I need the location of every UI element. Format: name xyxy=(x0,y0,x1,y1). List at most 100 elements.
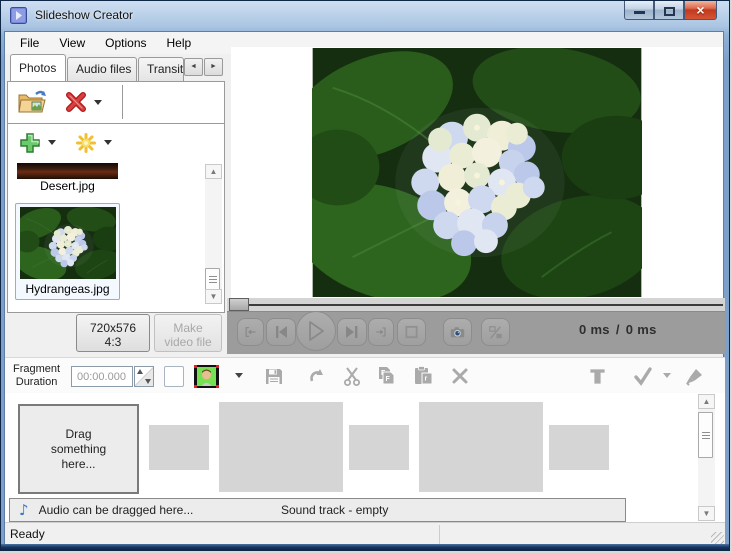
desert-thumbnail xyxy=(17,163,118,179)
close-icon: × xyxy=(696,2,705,18)
toolbar-separator xyxy=(122,85,123,119)
photos-toolbar-top xyxy=(8,82,224,122)
next-icon xyxy=(346,326,358,338)
scroll-down-icon[interactable]: ▼ xyxy=(205,289,222,304)
tab-scroll-right-icon[interactable]: ► xyxy=(204,58,223,76)
add-text-button[interactable] xyxy=(586,365,608,387)
effects-button[interactable] xyxy=(74,131,98,155)
close-button[interactable]: × xyxy=(684,1,717,20)
check-icon xyxy=(634,366,652,386)
brush-button[interactable] xyxy=(683,365,705,387)
next-button[interactable] xyxy=(337,318,367,346)
paste-icon: r xyxy=(414,366,432,385)
delete-fragment-button[interactable] xyxy=(449,365,471,387)
scrollbar-thumb[interactable] xyxy=(698,412,713,458)
duration-spinner[interactable] xyxy=(134,366,154,387)
svg-text:F: F xyxy=(385,376,390,383)
effects-burst-icon xyxy=(76,132,96,153)
zoom-ratio-button[interactable] xyxy=(481,318,510,346)
maximize-button[interactable] xyxy=(654,1,684,20)
scroll-down-icon[interactable]: ▼ xyxy=(698,506,715,521)
snapshot-button[interactable] xyxy=(443,318,472,346)
hydrangeas-thumbnail xyxy=(20,207,116,279)
chroma-key-button[interactable] xyxy=(194,365,219,388)
timeline-placeholder xyxy=(219,402,343,492)
go-start-button[interactable] xyxy=(237,318,264,346)
player-control-bar: 0 ms / 0 ms xyxy=(227,298,725,354)
tab-scroll-left-icon[interactable]: ◄ xyxy=(184,58,203,76)
save-frame-button[interactable] xyxy=(263,365,285,387)
scroll-up-icon[interactable]: ▲ xyxy=(698,394,715,409)
tab-photos[interactable]: Photos xyxy=(10,54,66,81)
timeline-placeholder xyxy=(549,425,609,470)
aspect-ratio-value: 4:3 xyxy=(104,334,122,349)
time-divider: / xyxy=(615,322,620,337)
play-button[interactable] xyxy=(296,311,336,351)
camera-icon xyxy=(450,326,465,337)
menu-file[interactable]: File xyxy=(11,34,48,52)
list-item-desert[interactable]: Desert.jpg xyxy=(17,163,118,193)
tab-strip: Photos Audio files Transiti ◄ ► xyxy=(7,54,225,81)
check-dropdown-icon[interactable] xyxy=(663,373,671,378)
add-photo-button[interactable] xyxy=(18,131,42,155)
minimize-button[interactable] xyxy=(624,1,654,20)
spinner-up-icon[interactable] xyxy=(137,369,143,374)
list-item-hydrangeas-selected[interactable]: Hydrangeas.jpg xyxy=(15,203,120,300)
menu-view[interactable]: View xyxy=(50,34,94,52)
scroll-up-icon[interactable]: ▲ xyxy=(205,164,222,179)
delete-photo-button[interactable] xyxy=(64,90,88,114)
effects-dropdown-icon[interactable] xyxy=(104,140,112,145)
audio-drop-hint: Audio can be dragged here... xyxy=(38,503,194,517)
undo-icon xyxy=(310,369,323,382)
copy-icon: F F xyxy=(378,367,394,385)
go-end-button[interactable] xyxy=(368,318,394,346)
tab-audio-files[interactable]: Audio files xyxy=(67,57,137,81)
photo-list: Desert.jpg Hydrangeas.jpg ▲ ▼ xyxy=(8,161,224,312)
previous-icon xyxy=(276,326,287,338)
apply-check-button[interactable] xyxy=(632,365,654,387)
timeline-placeholder xyxy=(349,425,409,470)
chroma-dropdown-icon[interactable] xyxy=(235,373,243,378)
add-plus-icon xyxy=(20,132,40,153)
minimize-icon xyxy=(633,11,645,14)
photo-filename: Hydrangeas.jpg xyxy=(25,282,110,296)
photos-panel: Desert.jpg Hydrangeas.jpg ▲ ▼ xyxy=(7,81,225,313)
seek-handle[interactable] xyxy=(229,298,249,311)
fragment-duration-label: Fragment Duration xyxy=(13,363,61,388)
text-T-icon xyxy=(589,368,605,384)
resolution-button[interactable]: 720x576 4:3 xyxy=(76,314,150,352)
audio-track-drop-target[interactable]: ♪ Audio can be dragged here... Sound tra… xyxy=(9,498,626,522)
play-icon xyxy=(309,321,324,341)
brush-icon xyxy=(686,368,702,386)
svg-text:r: r xyxy=(424,376,427,383)
open-folder-button[interactable] xyxy=(16,87,48,117)
previous-button[interactable] xyxy=(266,318,296,346)
go-end-icon xyxy=(376,327,386,337)
title-bar[interactable]: Slideshow Creator × xyxy=(1,1,729,31)
paste-button[interactable]: r xyxy=(412,365,434,387)
menu-help[interactable]: Help xyxy=(158,34,201,52)
add-dropdown-icon[interactable] xyxy=(48,140,56,145)
seek-bar[interactable] xyxy=(227,298,725,312)
elapsed-time: 0 ms xyxy=(579,322,610,337)
stop-button[interactable] xyxy=(397,318,426,346)
copy-button[interactable]: F F xyxy=(375,365,397,387)
sound-track-status: Sound track - empty xyxy=(281,503,389,517)
spinner-down-icon[interactable] xyxy=(145,379,151,384)
maximize-icon xyxy=(663,7,675,16)
photo-list-scrollbar[interactable]: ▲ ▼ xyxy=(205,164,222,304)
menu-options[interactable]: Options xyxy=(96,34,155,52)
cut-button[interactable] xyxy=(341,365,363,387)
cut-scissors-icon xyxy=(344,366,360,386)
undo-button[interactable] xyxy=(305,365,327,387)
transition-preview-box[interactable] xyxy=(164,366,184,387)
make-video-button[interactable]: Make video file xyxy=(154,314,222,352)
timeline-scrollbar[interactable]: ▲ ▼ xyxy=(698,394,715,521)
delete-dropdown-icon[interactable] xyxy=(94,99,102,105)
timeline-drop-target[interactable]: Drag something here... xyxy=(18,404,139,494)
status-text: Ready xyxy=(10,527,45,541)
fragment-duration-input[interactable] xyxy=(71,366,133,387)
tab-transitions[interactable]: Transiti xyxy=(138,57,184,81)
scrollbar-thumb[interactable] xyxy=(205,268,220,290)
go-start-icon xyxy=(245,327,256,337)
